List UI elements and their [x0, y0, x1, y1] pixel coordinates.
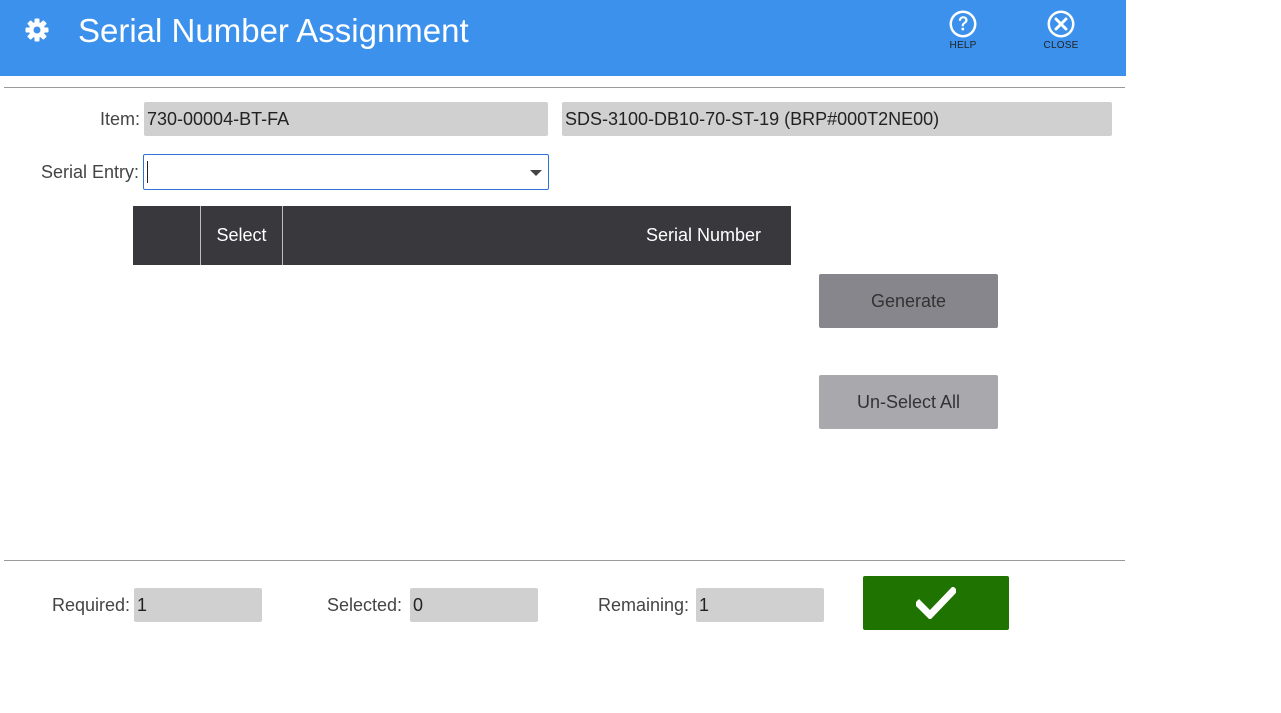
divider-bottom — [4, 560, 1125, 561]
divider-top — [4, 87, 1125, 88]
item-label: Item: — [99, 109, 140, 129]
remaining-label: Remaining: — [597, 595, 689, 615]
serial-grid-header: Select Serial Number — [133, 206, 791, 265]
help-label: HELP — [949, 40, 977, 51]
selected-label: Selected: — [326, 595, 402, 615]
item-field: 730-00004-BT-FA — [144, 102, 548, 136]
title-bar: Serial Number Assignment HELP CLOSE — [0, 0, 1126, 76]
item-description-field: SDS-3100-DB10-70-ST-19 (BRP#000T2NE00) — [562, 102, 1112, 136]
close-label: CLOSE — [1043, 40, 1079, 51]
remaining-field: 1 — [696, 588, 824, 622]
grid-column-blank[interactable] — [133, 206, 201, 265]
text-cursor — [147, 161, 148, 183]
selected-field: 0 — [410, 588, 538, 622]
gear-icon[interactable] — [24, 17, 50, 43]
close-icon — [1047, 10, 1075, 38]
confirm-button[interactable] — [863, 576, 1009, 630]
checkmark-icon — [916, 587, 956, 619]
help-button[interactable]: HELP — [938, 10, 988, 51]
page-title: Serial Number Assignment — [78, 12, 469, 49]
unselect-all-button[interactable]: Un-Select All — [819, 375, 998, 429]
required-field: 1 — [134, 588, 262, 622]
help-icon — [949, 10, 977, 38]
grid-column-serial-number[interactable]: Serial Number — [283, 206, 791, 265]
required-label: Required: — [51, 595, 130, 615]
serial-entry-label: Serial Entry: — [40, 162, 139, 182]
grid-column-select[interactable]: Select — [201, 206, 283, 265]
close-button[interactable]: CLOSE — [1036, 10, 1086, 51]
chevron-down-icon[interactable] — [530, 170, 542, 176]
generate-button[interactable]: Generate — [819, 274, 998, 328]
serial-entry-combobox[interactable] — [143, 154, 549, 190]
serial-entry-input[interactable] — [146, 157, 520, 187]
